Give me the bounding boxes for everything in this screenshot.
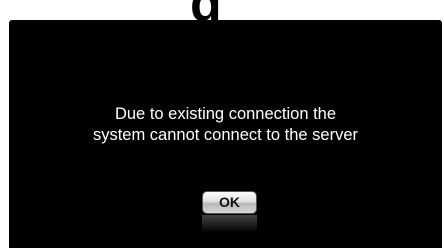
dialog-message-line-2: system cannot connect to the server: [92, 126, 359, 144]
ok-button[interactable]: OK: [202, 191, 257, 214]
screen: g Due to existing connection the system …: [0, 0, 444, 248]
dialog-message-line-1: Due to existing connection the: [114, 105, 337, 123]
ok-button-reflection: [202, 215, 257, 233]
error-dialog: Due to existing connection the system ca…: [9, 20, 442, 248]
dialog-message: Due to existing connection the system ca…: [9, 104, 442, 146]
